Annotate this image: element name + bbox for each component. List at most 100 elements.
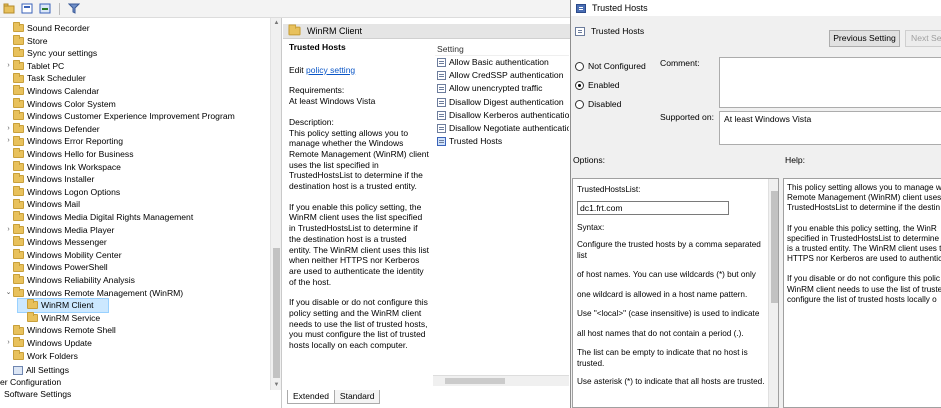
- folder-icon: [13, 160, 24, 171]
- supported-on-text: At least Windows Vista: [724, 114, 812, 124]
- setting-row[interactable]: Allow Basic authentication: [435, 56, 569, 69]
- tree-item-label: Windows Mail: [27, 199, 81, 210]
- setting-row[interactable]: Allow unencrypted traffic: [435, 82, 569, 95]
- chevron-right-icon[interactable]: ›: [4, 224, 13, 237]
- tree-item[interactable]: Windows Remote Shell: [4, 324, 116, 337]
- tree-item-label: WinRM Client: [41, 300, 94, 311]
- scroll-thumb[interactable]: [771, 191, 778, 303]
- previous-setting-button[interactable]: Previous Setting: [829, 30, 900, 47]
- settings-column-header[interactable]: Setting: [435, 42, 569, 56]
- description-paragraph: If you disable or do not configure this …: [289, 297, 428, 351]
- folder-icon: [13, 22, 24, 33]
- supported-on-label: Supported on:: [660, 112, 714, 122]
- dialog-heading: Trusted Hosts: [575, 26, 644, 36]
- chevron-right-icon[interactable]: ›: [4, 337, 13, 350]
- chevron-down-icon[interactable]: ⌄: [4, 287, 13, 300]
- comment-textarea[interactable]: [719, 57, 941, 108]
- folder-icon: [13, 148, 24, 159]
- help-line: is a trusted entity. The WinRM client us…: [787, 244, 941, 254]
- setting-row[interactable]: Disallow Digest authentication: [435, 96, 569, 109]
- tree-item[interactable]: ⌄ Windows Remote Management (WinRM): [4, 286, 183, 300]
- tree-item[interactable]: Windows Ink Workspace: [4, 160, 121, 174]
- tree-item[interactable]: Windows Media Digital Rights Management: [4, 211, 193, 224]
- tree-vertical-scrollbar[interactable]: ▲ ▼: [270, 18, 281, 390]
- syntax-line: trusted.: [577, 359, 605, 368]
- tree-item[interactable]: › Windows Media Player: [4, 223, 114, 237]
- scroll-thumb[interactable]: [445, 378, 505, 384]
- radio-enabled[interactable]: Enabled: [575, 80, 620, 90]
- tree-item[interactable]: Sync your settings: [4, 47, 97, 60]
- chevron-right-icon[interactable]: ›: [4, 123, 13, 136]
- folder-icon: [27, 299, 38, 310]
- tree-item-all-settings[interactable]: All Settings: [4, 364, 69, 377]
- scroll-up-icon[interactable]: ▲: [271, 18, 281, 28]
- tree-item[interactable]: Sound Recorder: [4, 22, 90, 35]
- tree-item[interactable]: WinRM Client: [17, 298, 109, 313]
- dialog-heading-text: Trusted Hosts: [591, 26, 645, 36]
- tree-item[interactable]: Work Folders: [4, 349, 78, 363]
- tab-extended[interactable]: Extended: [287, 390, 335, 404]
- radio-label: Not Configured: [588, 61, 646, 71]
- setting-row[interactable]: Allow CredSSP authentication: [435, 69, 569, 82]
- tree-item[interactable]: Windows Messenger: [4, 236, 107, 249]
- folder-icon: [13, 274, 24, 285]
- policy-setting-icon: [437, 137, 446, 147]
- setting-row[interactable]: Disallow Negotiate authentication: [435, 122, 569, 135]
- chevron-right-icon[interactable]: ›: [4, 60, 13, 73]
- tree-item-label: WinRM Service: [41, 312, 101, 323]
- tree-item-label: Windows Calendar: [27, 86, 100, 96]
- radio-disabled[interactable]: Disabled: [575, 99, 621, 109]
- tree-item[interactable]: Windows Hello for Business: [4, 148, 134, 161]
- tree-item[interactable]: Task Scheduler: [4, 72, 86, 85]
- tree-item[interactable]: Windows Color System: [4, 97, 116, 111]
- tree-item[interactable]: WinRM Service: [18, 312, 100, 325]
- tree-item[interactable]: › Tablet PC: [4, 60, 64, 73]
- tree-item[interactable]: Windows Calendar: [4, 85, 99, 98]
- export-icon[interactable]: [38, 2, 52, 15]
- help-line: WinRM client needs to use the list of tr…: [787, 284, 941, 294]
- tree-item-label: Windows Reliability Analysis: [27, 275, 135, 285]
- tree-item[interactable]: Windows Customer Experience Improvement …: [4, 110, 235, 123]
- tree-item-label: Windows Update: [27, 338, 92, 348]
- settings-horizontal-scrollbar[interactable]: [433, 375, 569, 386]
- tree-item[interactable]: Windows Reliability Analysis: [4, 274, 135, 287]
- setting-label: Allow unencrypted traffic: [449, 83, 543, 94]
- radio-circle[interactable]: [575, 80, 584, 90]
- tree-item-software-settings[interactable]: Software Settings: [4, 388, 71, 401]
- tree-item[interactable]: Windows Mobility Center: [4, 249, 122, 262]
- options-vertical-scrollbar[interactable]: [768, 179, 778, 407]
- radio-circle[interactable]: [575, 99, 584, 109]
- folder-icon: [13, 34, 24, 45]
- filter-icon[interactable]: [67, 2, 81, 15]
- radio-not-configured[interactable]: Not Configured: [575, 61, 646, 71]
- next-setting-button[interactable]: Next Se: [905, 30, 941, 47]
- folder-icon[interactable]: [2, 2, 16, 15]
- properties-icon[interactable]: [20, 2, 34, 15]
- tree-item[interactable]: Windows PowerShell: [4, 261, 108, 274]
- setting-row[interactable]: Trusted Hosts: [435, 135, 569, 148]
- trusted-hosts-list-input[interactable]: dc1.frt.com: [577, 201, 729, 215]
- tree-item[interactable]: Store: [4, 34, 48, 48]
- tree-pane: Sound Recorder Store Sync your settings › Ta…: [0, 18, 282, 408]
- chevron-right-icon[interactable]: ›: [4, 135, 13, 148]
- tree-item[interactable]: Windows Installer: [4, 173, 94, 186]
- tree-item[interactable]: › Windows Defender: [4, 123, 100, 136]
- tree-item[interactable]: › Windows Update: [4, 337, 92, 350]
- setting-label: Disallow Digest authentication: [449, 96, 564, 107]
- tree-item[interactable]: Windows Mail: [4, 198, 80, 211]
- scroll-thumb[interactable]: [273, 248, 280, 378]
- tree-item-label: Windows Hello for Business: [27, 149, 134, 159]
- tab-standard[interactable]: Standard: [333, 390, 381, 404]
- edit-policy-setting-link[interactable]: policy setting: [306, 65, 355, 75]
- help-line: HTTPS nor Kerberos are used to authentic…: [787, 254, 941, 264]
- scroll-down-icon[interactable]: ▼: [271, 380, 281, 390]
- folder-icon: [13, 236, 24, 247]
- folder-icon: [13, 135, 24, 146]
- setting-row[interactable]: Disallow Kerberos authentication: [435, 109, 569, 122]
- help-panel: This policy setting allows you to manage…: [783, 178, 941, 408]
- dialog-title-bar[interactable]: Trusted Hosts: [571, 0, 941, 16]
- tree-item-user-configuration[interactable]: er Configuration: [0, 376, 61, 389]
- tree-item[interactable]: Windows Logon Options: [4, 186, 120, 199]
- radio-circle[interactable]: [575, 61, 584, 71]
- tree-item[interactable]: › Windows Error Reporting: [4, 135, 123, 148]
